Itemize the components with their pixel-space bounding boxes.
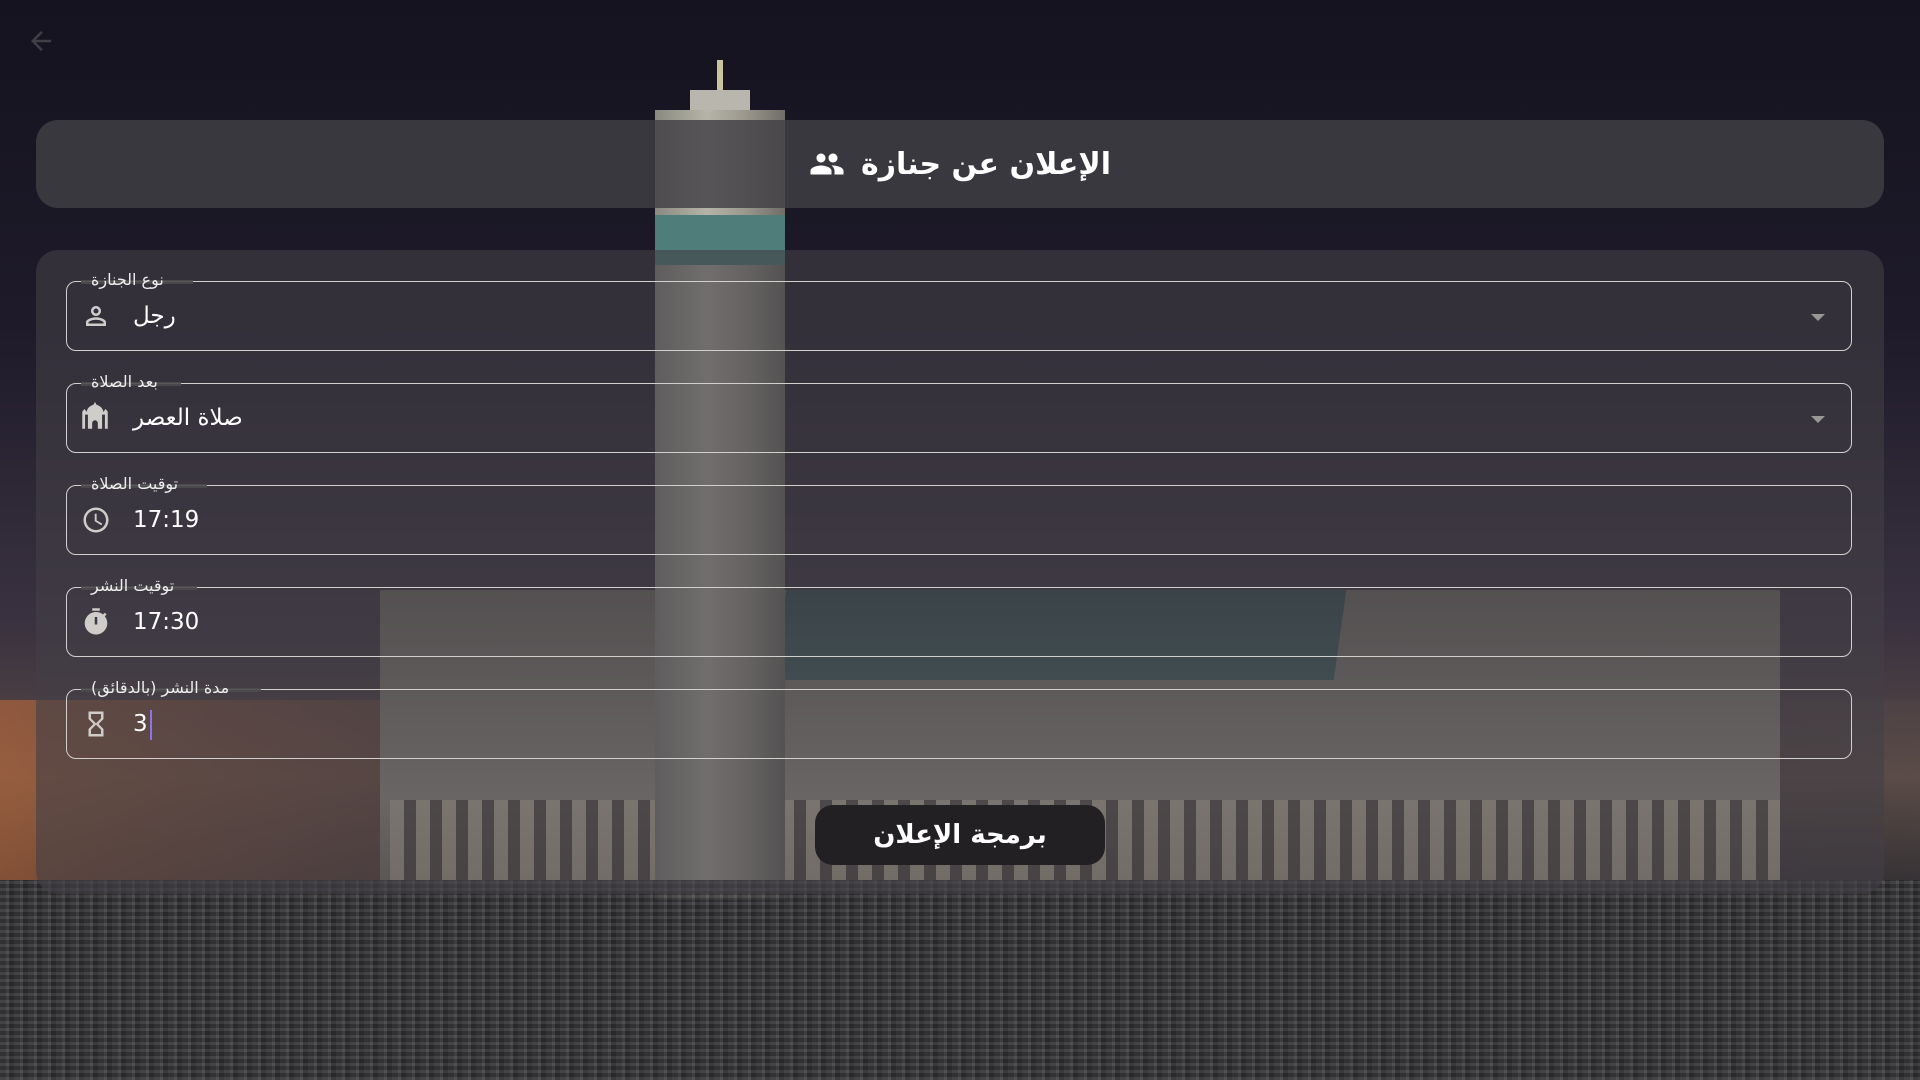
publish-duration-input[interactable]: 3 [133, 708, 152, 740]
publish-duration-label: مدة النشر (بالدقائق) [91, 678, 230, 697]
timer-icon [84, 608, 108, 635]
clock-icon [83, 507, 109, 533]
funeral-type-dropdown[interactable]: نوع الجنازة رجل [66, 270, 1852, 351]
schedule-announcement-button[interactable]: برمجة الإعلان [815, 805, 1105, 865]
person-icon [86, 306, 106, 326]
hourglass-icon [88, 711, 104, 737]
prayer-time-field[interactable]: توقيت الصلاة 17:19 [66, 474, 1852, 555]
chevron-down-icon [1811, 416, 1825, 423]
after-prayer-dropdown[interactable]: بعد الصلاة صلاة العصر [66, 372, 1852, 453]
funeral-type-value: رجل [133, 303, 176, 329]
publish-duration-field[interactable]: مدة النشر (بالدقائق) 3 [66, 678, 1852, 759]
arrow-left-icon [31, 31, 51, 51]
header-card: الإعلان عن جنازة [36, 120, 1884, 208]
prayer-time-value: 17:19 [133, 507, 200, 533]
publish-time-field[interactable]: توقيت النشر 17:30 [66, 576, 1852, 657]
text-cursor [149, 709, 152, 740]
mosque-icon [82, 401, 108, 429]
page-title: الإعلان عن جنازة [861, 146, 1111, 182]
funeral-type-label: نوع الجنازة [91, 270, 164, 289]
after-prayer-value: صلاة العصر [133, 405, 243, 431]
plaza-texture [0, 880, 1920, 1080]
back-button[interactable] [26, 26, 56, 56]
publish-duration-value: 3 [133, 711, 148, 737]
publish-time-value: 17:30 [133, 609, 200, 635]
publish-time-label: توقيت النشر [91, 576, 175, 595]
group-icon [810, 153, 844, 175]
chevron-down-icon [1811, 314, 1825, 321]
prayer-time-label: توقيت الصلاة [91, 474, 179, 493]
after-prayer-label: بعد الصلاة [91, 372, 158, 391]
